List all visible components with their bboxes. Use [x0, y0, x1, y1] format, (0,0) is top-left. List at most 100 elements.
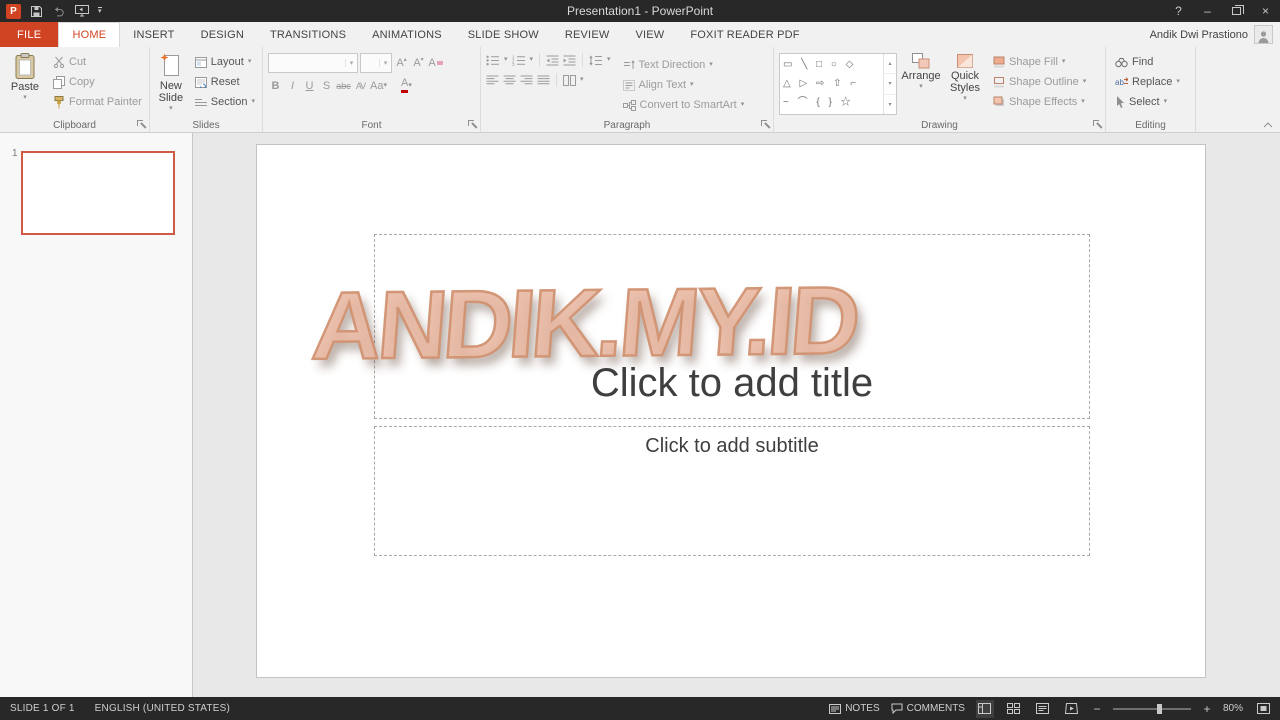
- decrease-indent-button[interactable]: [546, 55, 559, 66]
- zoom-slider-thumb[interactable]: [1156, 703, 1162, 714]
- scroll-up-icon[interactable]: ▴: [884, 54, 896, 73]
- copy-button[interactable]: Copy: [49, 72, 146, 92]
- minimize-button[interactable]: –: [1193, 0, 1222, 22]
- strikethrough-button[interactable]: abc: [336, 77, 351, 94]
- find-button[interactable]: Find: [1111, 52, 1184, 72]
- shapes-gallery-scrollbar[interactable]: ▴ ▾ ▾: [883, 54, 896, 114]
- quick-styles-button[interactable]: Quick Styles ▾: [945, 50, 985, 103]
- font-color-label: A: [401, 77, 409, 93]
- undo-button[interactable]: [52, 6, 66, 17]
- replace-button[interactable]: ab Replace ▾: [1111, 72, 1184, 92]
- tab-slide-show[interactable]: SLIDE SHOW: [455, 22, 552, 47]
- shape-outline-button[interactable]: Shape Outline ▾: [989, 72, 1090, 92]
- powerpoint-logo[interactable]: P: [6, 3, 21, 19]
- help-button[interactable]: ?: [1164, 0, 1193, 22]
- reading-view-button[interactable]: [1034, 700, 1052, 718]
- collapse-ribbon-button[interactable]: [1263, 122, 1273, 128]
- text-shadow-button[interactable]: S: [319, 77, 334, 94]
- align-right-button[interactable]: [520, 75, 533, 86]
- dropdown-icon: ▾: [23, 94, 27, 101]
- shrink-font-button[interactable]: A ▾: [411, 55, 426, 72]
- cut-button[interactable]: Cut: [49, 52, 146, 72]
- slide-thumbnail[interactable]: [21, 151, 175, 235]
- dropdown-icon: ▾: [247, 58, 252, 65]
- tab-design[interactable]: DESIGN: [188, 22, 257, 47]
- shapes-row[interactable]: ~ ⌒ { } ☆: [783, 97, 880, 109]
- zoom-in-button[interactable]: +: [1202, 702, 1212, 716]
- paste-button[interactable]: Paste ▾: [5, 50, 45, 102]
- dropdown-icon: ▾: [169, 105, 173, 112]
- slide[interactable]: Click to add title Click to add subtitle…: [256, 144, 1206, 678]
- tab-animations[interactable]: ANIMATIONS: [359, 22, 455, 47]
- shapes-gallery[interactable]: ▭ ╲ □ ○ ◇ △ ▷ ⇨ ⇧ ⌐ ~ ⌒ { } ☆ ▴ ▾ ▾: [779, 53, 897, 115]
- dropdown-icon: ▾: [1176, 78, 1180, 85]
- tab-review[interactable]: REVIEW: [552, 22, 623, 47]
- zoom-slider[interactable]: [1112, 703, 1191, 714]
- align-left-button[interactable]: [486, 75, 499, 86]
- character-spacing-button[interactable]: AV: [353, 77, 368, 94]
- tab-view[interactable]: VIEW: [622, 22, 677, 47]
- restore-button[interactable]: [1222, 0, 1251, 22]
- grow-font-button[interactable]: A ▴: [394, 55, 409, 72]
- reset-button[interactable]: Reset: [191, 72, 259, 92]
- tab-home[interactable]: HOME: [58, 22, 121, 47]
- align-center-button[interactable]: [503, 75, 516, 86]
- layout-button[interactable]: Layout ▾: [191, 52, 259, 72]
- gallery-more-icon[interactable]: ▾: [884, 93, 896, 114]
- underline-button[interactable]: U: [302, 77, 317, 94]
- title-placeholder-text: Click to add title: [590, 361, 874, 405]
- convert-to-smartart-button[interactable]: Convert to SmartArt ▾: [619, 95, 749, 115]
- clipboard-group-label: Clipboard: [53, 120, 96, 131]
- font-color-button[interactable]: A ▾: [399, 77, 414, 94]
- arrange-button[interactable]: Arrange ▾: [901, 50, 941, 91]
- shape-fill-button[interactable]: Shape Fill ▾: [989, 52, 1090, 72]
- zoom-out-button[interactable]: −: [1092, 702, 1102, 716]
- slide-sorter-view-button[interactable]: [1005, 700, 1023, 718]
- zoom-level[interactable]: 80%: [1223, 703, 1243, 714]
- align-text-button[interactable]: Align Text ▾: [619, 75, 749, 95]
- tab-foxit-reader-pdf[interactable]: FOXIT READER PDF: [677, 22, 812, 47]
- bullets-button[interactable]: [486, 55, 500, 66]
- font-name-combobox[interactable]: ▾: [268, 53, 358, 73]
- clear-formatting-button[interactable]: A: [428, 55, 443, 72]
- tab-file[interactable]: FILE: [0, 22, 59, 47]
- language-indicator[interactable]: ENGLISH (UNITED STATES): [95, 703, 230, 714]
- close-button[interactable]: ×: [1251, 0, 1280, 22]
- fit-slide-to-window-button[interactable]: [1254, 700, 1272, 718]
- format-painter-button[interactable]: Format Painter: [49, 92, 146, 112]
- italic-button[interactable]: I: [285, 77, 300, 94]
- text-direction-button[interactable]: Text Direction ▾: [619, 55, 749, 75]
- numbering-button[interactable]: 123: [512, 55, 526, 66]
- tab-insert[interactable]: INSERT: [120, 22, 187, 47]
- tab-transitions[interactable]: TRANSITIONS: [257, 22, 359, 47]
- shapes-row[interactable]: △ ▷ ⇨ ⇧ ⌐: [783, 78, 880, 90]
- account-area[interactable]: Andik Dwi Prastiono: [1150, 22, 1280, 47]
- justify-button[interactable]: [537, 75, 550, 86]
- shape-effects-button[interactable]: Shape Effects ▾: [989, 92, 1090, 112]
- normal-view-button[interactable]: [975, 699, 994, 718]
- save-button[interactable]: [30, 5, 43, 18]
- font-size-combobox[interactable]: ▾: [360, 53, 392, 73]
- notes-button[interactable]: NOTES: [829, 703, 880, 714]
- comments-button[interactable]: COMMENTS: [891, 703, 965, 714]
- smartart-icon: [622, 99, 636, 111]
- start-slideshow-button[interactable]: [75, 5, 89, 17]
- shapes-row[interactable]: ▭ ╲ □ ○ ◇: [783, 59, 880, 71]
- columns-button[interactable]: [563, 74, 576, 86]
- scroll-down-icon[interactable]: ▾: [884, 73, 896, 93]
- section-button[interactable]: Section ▾: [191, 92, 259, 112]
- dropdown-icon: ▾: [1061, 58, 1066, 65]
- bold-button[interactable]: B: [268, 77, 283, 94]
- change-case-button[interactable]: Aa ▾: [370, 77, 387, 94]
- new-slide-button[interactable]: New Slide ▾: [155, 50, 187, 113]
- line-spacing-button[interactable]: [589, 54, 603, 66]
- dropdown-icon: ▾: [408, 81, 412, 89]
- subtitle-placeholder[interactable]: Click to add subtitle: [374, 426, 1090, 556]
- subtitle-placeholder-text: Click to add subtitle: [645, 435, 819, 457]
- title-bar: P ▾ Presentation1 - PowerPoint ? – ×: [0, 0, 1280, 22]
- title-placeholder[interactable]: Click to add title: [374, 234, 1090, 419]
- customize-qat-button[interactable]: ▾: [98, 7, 102, 15]
- increase-indent-button[interactable]: [563, 55, 576, 66]
- slideshow-view-button[interactable]: [1063, 700, 1081, 718]
- select-button[interactable]: Select ▾: [1111, 92, 1184, 112]
